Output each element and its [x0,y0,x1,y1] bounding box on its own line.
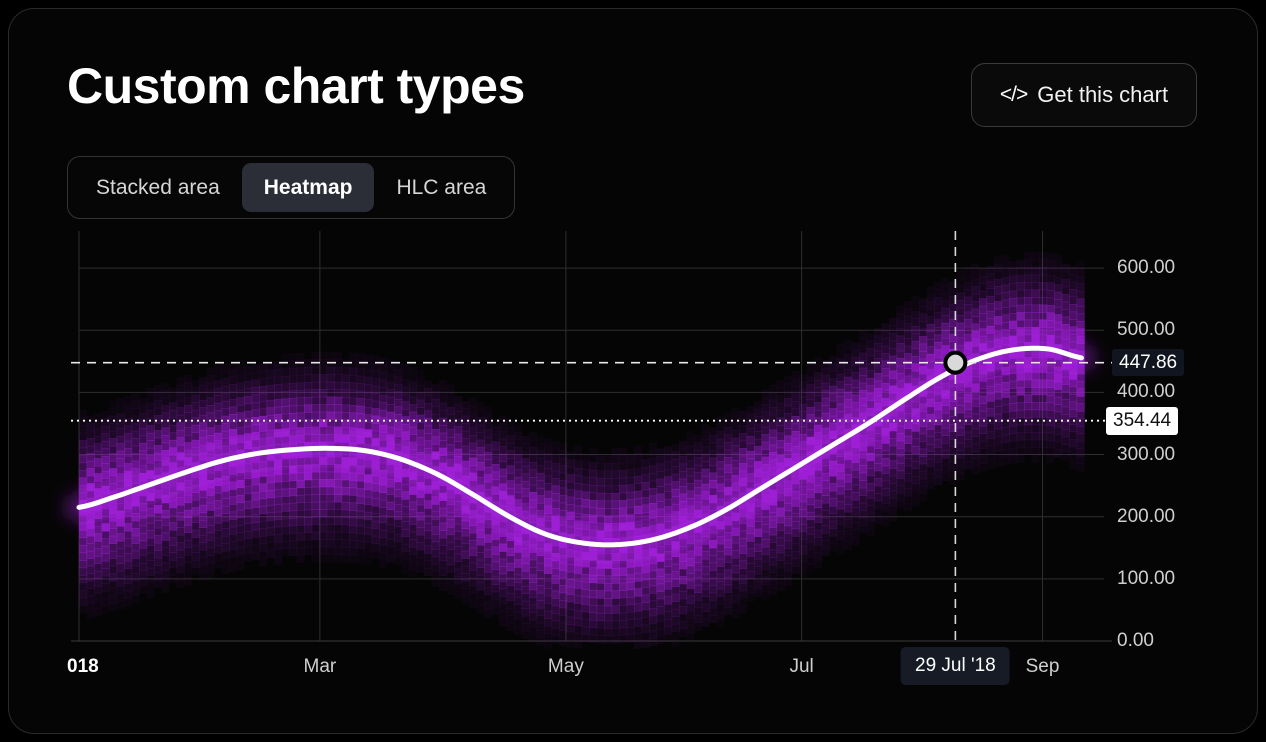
chart-card: Custom chart types </> Get this chart St… [8,8,1258,734]
x-axis-tick: Jul [789,656,814,677]
y-axis-tick: 500.00 [1117,319,1176,341]
heatmap-chart[interactable]: 0.00 100.00 200.00 300.00 400.00 500.00 600.00… [9,9,1257,733]
y-axis-tick: 600.00 [1117,257,1176,279]
x-axis-tick: 018 [67,656,99,677]
x-axis-tick: Mar [303,656,337,677]
crosshair-marker[interactable] [943,350,968,375]
crosshair-y-value-dotted: 354.44 [1106,406,1179,435]
chart-canvas [66,231,1112,663]
y-axis-tick: 300.00 [1117,443,1176,465]
y-axis-tick: 200.00 [1117,505,1176,527]
x-axis-tick: Sep [1025,656,1060,677]
crosshair-y-value-dashed: 447.86 [1112,348,1185,377]
x-axis-tick: May [547,656,584,677]
crosshair-x-label: 29 Jul '18 [901,647,1010,685]
y-axis-tick: 100.00 [1117,567,1176,589]
y-axis-tick: 0.00 [1117,630,1154,651]
y-axis-tick: 400.00 [1117,381,1176,403]
